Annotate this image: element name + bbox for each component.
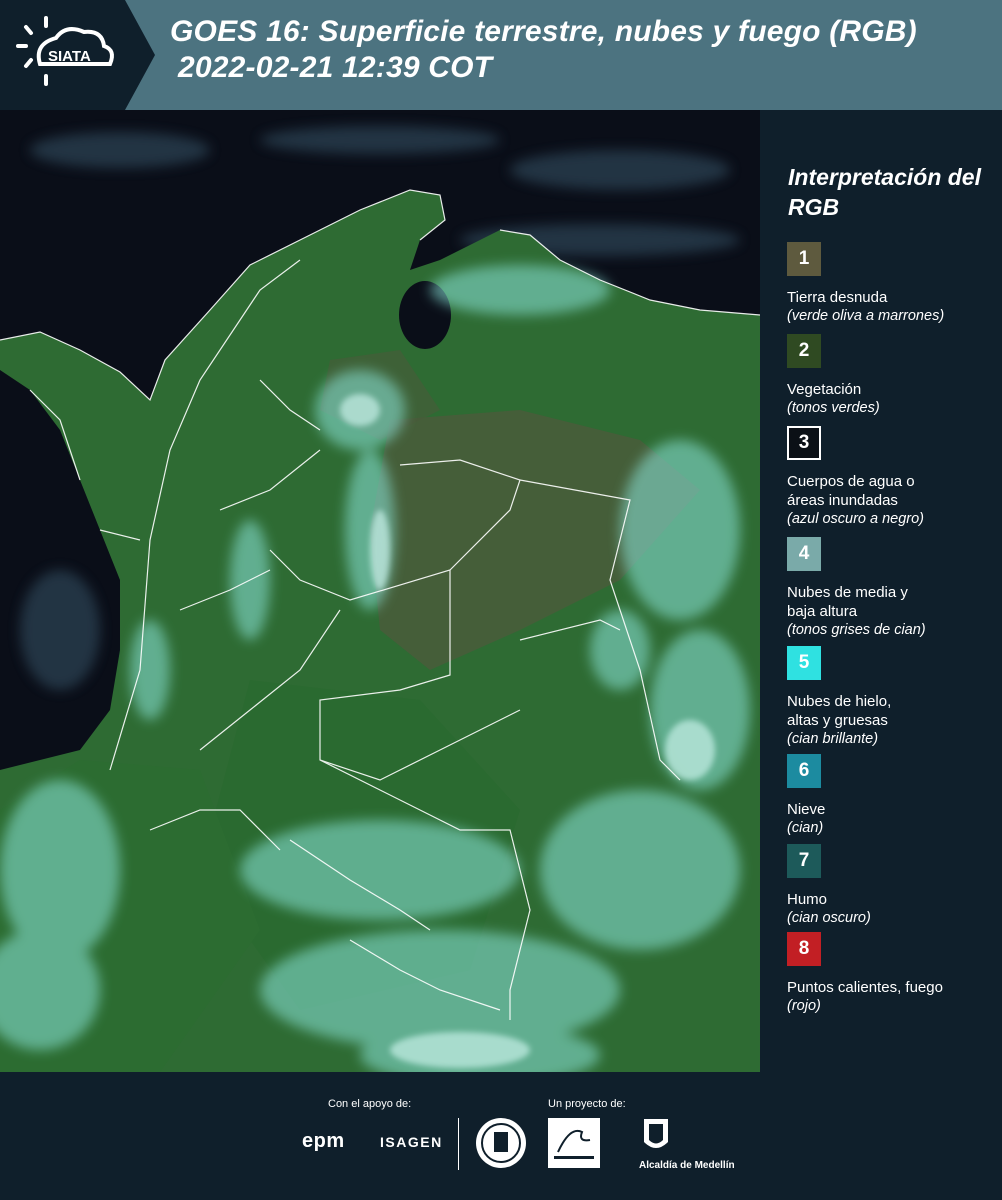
legend-title: Interpretación del RGB [788,164,981,220]
legend-swatch: 5 [787,646,821,680]
footer-divider [458,1118,459,1170]
legend-item-description: (tonos grises de cian) [787,622,926,638]
alcaldia-label: Alcaldía de Medellín [639,1160,735,1171]
legend-item: 5 Nubes de hielo, altas y gruesas (cian br… [787,646,992,749]
legend-swatch: 7 [787,844,821,878]
legend-item-label: Nubes de hielo, altas y gruesas [787,693,892,729]
legend-item-description: (verde oliva a marrones) [787,308,945,324]
epm-logo: epm [302,1130,345,1152]
legend-item-description: (tonos verdes) [787,400,880,416]
legend-swatch: 4 [787,537,821,571]
area-metropolitana-logo [548,1118,600,1168]
legend-swatch: 8 [787,932,821,966]
legend-item-label: Cuerpos de agua o áreas inundadas [787,473,915,509]
siata-logo-block: SIATA [0,0,155,110]
legend-item: 2 Vegetación (tonos verdes) [787,334,992,418]
legend-swatch: 2 [787,334,821,368]
satellite-image [0,110,760,1072]
page-title: GOES 16: Superficie terrestre, nubes y f… [170,14,917,86]
header-bar: SIATA GOES 16: Superficie terrestre, nub… [0,0,1002,110]
legend-item-description: (cian oscuro) [787,910,871,926]
legend-item: 7 Humo (cian oscuro) [787,844,992,928]
legend-swatch: 3 [787,426,821,460]
legend-panel: Interpretación del RGB 1 Tierra desnuda (v… [760,110,1002,1072]
svg-text:SIATA: SIATA [48,48,91,65]
legend-item-label: Nieve [787,801,826,818]
siata-logo-icon: SIATA [0,0,155,110]
legend-swatch: 6 [787,754,821,788]
title-line-2: 2022-02-21 12:39 COT [178,51,493,84]
legend-item-label: Puntos calientes, fuego [787,979,943,996]
legend-item-description: (cian) [787,820,824,836]
isagen-logo: ISAGEN [380,1134,443,1150]
project-label: Un proyecto de: [548,1098,626,1110]
legend-item: 1 Tierra desnuda (verde oliva a marrones) [787,242,992,326]
satellite-map[interactable] [0,110,760,1072]
alcaldia-shield-icon [644,1119,668,1148]
legend-swatch: 1 [787,242,821,276]
legend-item-description: (cian brillante) [787,731,879,747]
footer: Con el apoyo de: Un proyecto de: epm ISA… [0,1072,1002,1200]
legend-item: 6 Nieve (cian) [787,754,992,838]
legend-item: 4 Nubes de media y baja altura (tonos gris… [787,537,992,640]
legend-item-label: Nubes de media y baja altura [787,584,908,620]
legend-item-label: Vegetación [787,381,862,398]
support-label: Con el apoyo de: [328,1098,412,1110]
title-line-1: GOES 16: Superficie terrestre, nubes y f… [170,15,917,48]
legend-item: 3 Cuerpos de agua o áreas inundadas (azul … [787,426,992,529]
legend-item: 8 Puntos calientes, fuego (rojo) [787,932,992,1016]
medellin-seal-icon [476,1118,526,1168]
legend-item-label: Tierra desnuda [787,289,888,306]
legend-item-label: Humo [787,891,828,908]
legend-item-description: (azul oscuro a negro) [787,511,925,527]
legend-item-description: (rojo) [787,998,821,1014]
